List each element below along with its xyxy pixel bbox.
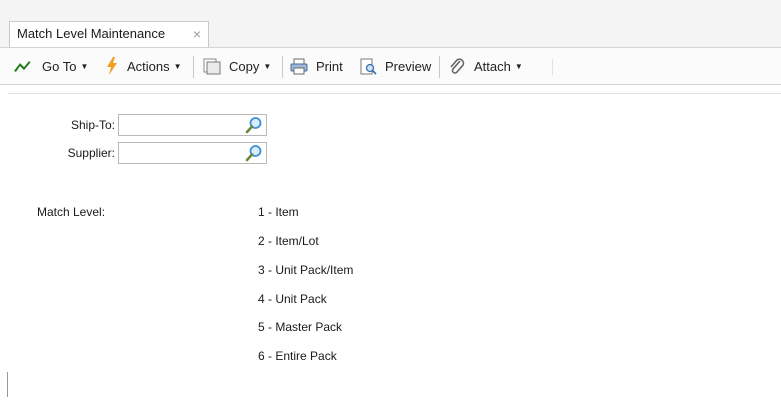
close-icon[interactable]: × xyxy=(193,22,201,46)
divider xyxy=(8,93,781,94)
actions-icon xyxy=(107,57,117,75)
match-level-option: 1 - Item xyxy=(258,205,299,219)
chevron-down-icon: ▼ xyxy=(173,62,182,71)
paperclip-icon xyxy=(450,58,465,74)
print-button[interactable]: Print xyxy=(316,58,343,76)
match-level-option: 4 - Unit Pack xyxy=(258,292,327,306)
preview-button[interactable]: Preview xyxy=(385,58,431,76)
go-to-icon xyxy=(14,61,31,72)
supplier-field[interactable] xyxy=(118,142,267,164)
ship-to-label: Ship-To: xyxy=(70,118,115,132)
tab-match-level-maintenance[interactable]: Match Level Maintenance × xyxy=(9,21,209,47)
copy-label: Copy xyxy=(229,59,260,74)
toolbar-separator xyxy=(439,56,440,78)
ship-to-field[interactable] xyxy=(118,114,267,136)
tab-title: Match Level Maintenance xyxy=(17,26,166,41)
toolbar: Go To ▼ Actions ▼ Copy ▼ Print Preview Atta… xyxy=(0,47,781,85)
actions-label: Actions xyxy=(127,59,170,74)
supplier-label: Supplier: xyxy=(67,146,115,160)
print-label: Print xyxy=(316,59,343,74)
chevron-down-icon: ▼ xyxy=(80,62,89,71)
divider xyxy=(7,372,8,397)
preview-icon xyxy=(360,58,377,75)
toolbar-separator xyxy=(282,56,283,78)
ship-to-input[interactable] xyxy=(122,116,242,134)
match-level-option: 6 - Entire Pack xyxy=(258,349,337,363)
toolbar-separator xyxy=(552,59,553,75)
search-icon[interactable] xyxy=(245,116,263,134)
copy-button[interactable]: Copy ▼ xyxy=(229,58,271,76)
actions-button[interactable]: Actions ▼ xyxy=(127,58,182,76)
attach-button[interactable]: Attach ▼ xyxy=(474,58,523,76)
attach-label: Attach xyxy=(474,59,511,74)
search-icon[interactable] xyxy=(245,144,263,162)
match-level-label: Match Level: xyxy=(37,205,106,219)
toolbar-separator xyxy=(193,56,194,78)
go-to-label: Go To xyxy=(42,59,77,74)
supplier-input[interactable] xyxy=(122,144,242,162)
chevron-down-icon: ▼ xyxy=(263,62,272,71)
match-level-option: 2 - Item/Lot xyxy=(258,234,319,248)
go-to-button[interactable]: Go To ▼ xyxy=(42,58,88,76)
printer-icon xyxy=(290,58,308,75)
preview-label: Preview xyxy=(385,59,432,74)
chevron-down-icon: ▼ xyxy=(514,62,523,71)
copy-icon xyxy=(203,58,221,75)
tab-strip: Match Level Maintenance × xyxy=(0,0,781,47)
match-level-option: 5 - Master Pack xyxy=(258,320,343,334)
match-level-option: 3 - Unit Pack/Item xyxy=(258,263,354,277)
